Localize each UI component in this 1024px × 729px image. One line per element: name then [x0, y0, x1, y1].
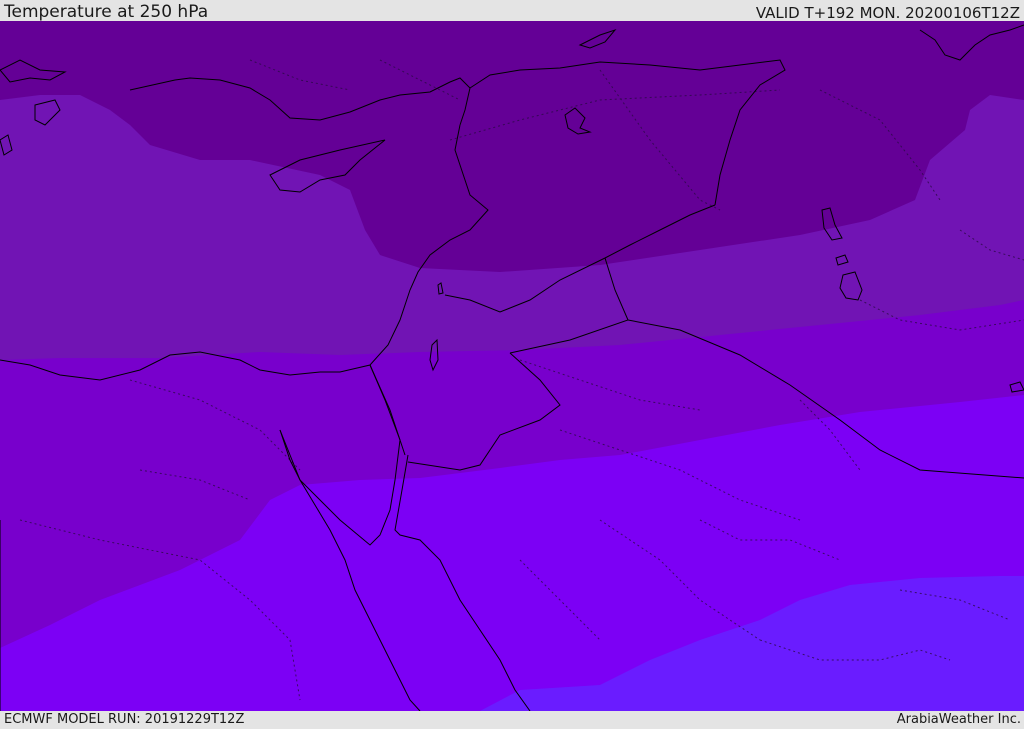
header-bar: Temperature at 250 hPa VALID T+192 MON. …: [0, 0, 1024, 22]
temperature-map: [0, 21, 1024, 711]
valid-time: VALID T+192 MON. 20200106T12Z: [755, 4, 1020, 22]
map-title: Temperature at 250 hPa: [4, 2, 209, 22]
credit-label: ArabiaWeather Inc.: [896, 712, 1021, 727]
model-run-label: ECMWF MODEL RUN: 20191229T12Z: [4, 712, 245, 727]
map-view[interactable]: [0, 21, 1024, 711]
footer-bar: ECMWF MODEL RUN: 20191229T12Z ArabiaWeat…: [0, 711, 1024, 729]
